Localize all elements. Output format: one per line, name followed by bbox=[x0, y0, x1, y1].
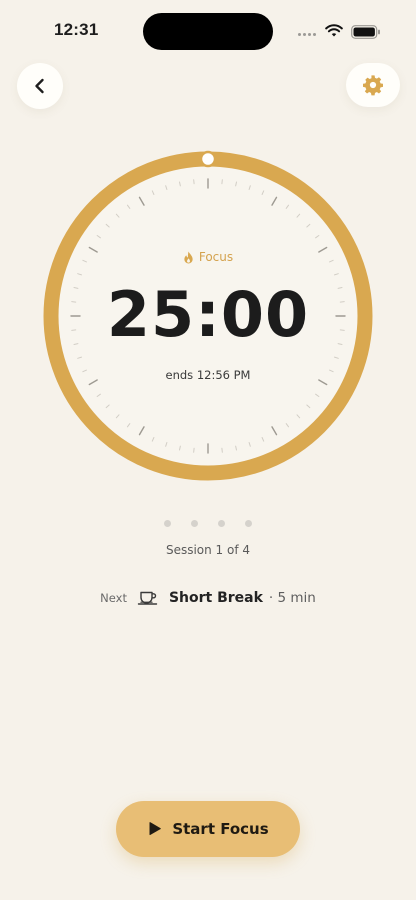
end-time-label: ends 12:56 PM bbox=[165, 368, 251, 382]
session-dot bbox=[164, 520, 171, 527]
coffee-cup-icon bbox=[137, 590, 159, 606]
session-dot bbox=[191, 520, 198, 527]
session-dots bbox=[164, 520, 252, 527]
gear-icon bbox=[363, 75, 383, 96]
start-focus-button[interactable]: Start Focus bbox=[116, 801, 300, 857]
progress-knob bbox=[199, 150, 217, 168]
wifi-icon bbox=[325, 24, 343, 37]
session-dot bbox=[218, 520, 225, 527]
status-time: 12:31 bbox=[54, 20, 99, 39]
session-label: Session 1 of 4 bbox=[165, 543, 251, 557]
status-bar: 12:31 bbox=[0, 0, 416, 60]
settings-button[interactable] bbox=[346, 63, 400, 107]
start-focus-label: Start Focus bbox=[172, 820, 269, 838]
next-session-name: Short Break bbox=[168, 590, 263, 606]
timer-display: 25:00 bbox=[106, 278, 310, 351]
next-session-duration: · 5 min bbox=[268, 590, 316, 606]
chevron-left-icon bbox=[35, 78, 44, 94]
signal-dots-icon bbox=[298, 33, 316, 36]
next-session-row: Next Short Break · 5 min bbox=[0, 590, 416, 606]
back-button[interactable] bbox=[17, 63, 63, 109]
session-dot bbox=[245, 520, 252, 527]
flame-icon bbox=[184, 251, 193, 263]
mode-label-text: Focus bbox=[198, 250, 234, 264]
mode-label: Focus bbox=[0, 250, 416, 264]
next-prefix: Next bbox=[100, 591, 127, 605]
battery-icon bbox=[351, 25, 380, 39]
play-icon bbox=[149, 822, 162, 836]
dynamic-island bbox=[143, 13, 273, 50]
